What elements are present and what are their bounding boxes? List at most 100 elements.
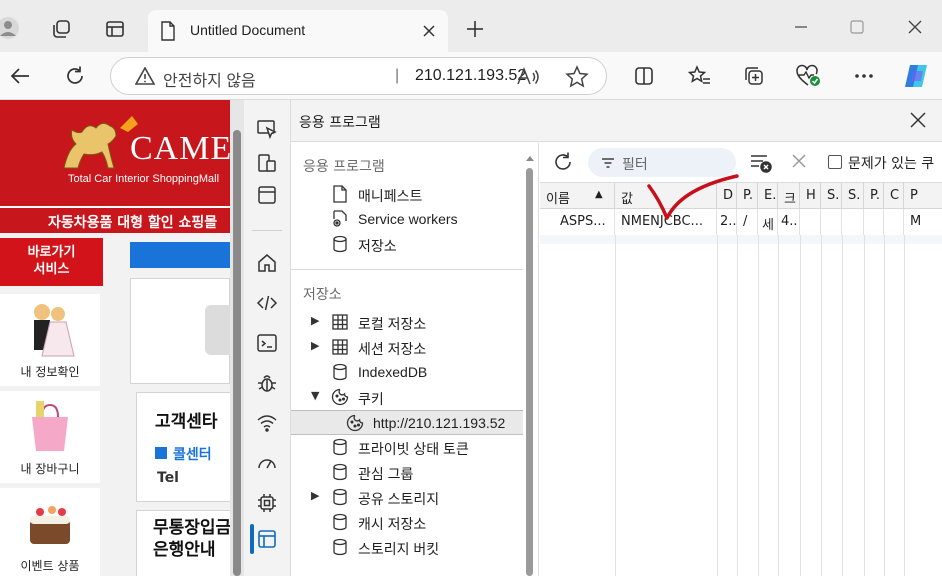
tree-scrollbar[interactable]	[523, 148, 537, 576]
performance-tool[interactable]	[252, 448, 282, 478]
cell-domain[interactable]: 2..	[717, 209, 737, 235]
workspaces-button[interactable]	[48, 16, 74, 42]
column-header-path[interactable]: P.	[737, 183, 758, 209]
copilot-button[interactable]	[900, 60, 932, 92]
security-warning[interactable]: 안전하지 않음	[163, 67, 256, 91]
database-icon	[333, 538, 347, 556]
scrollbar-thumb[interactable]	[233, 130, 241, 576]
profile-button[interactable]	[0, 16, 24, 40]
side-item-cart[interactable]: 내 장바구니	[0, 391, 100, 483]
network-tool[interactable]	[252, 408, 282, 438]
cell-partition-key[interactable]	[864, 209, 884, 235]
new-tab-button[interactable]	[462, 16, 488, 42]
maximize-button[interactable]	[842, 14, 872, 40]
column-header-name[interactable]: 이름 ▲	[540, 183, 615, 209]
cell-priority[interactable]: M	[904, 209, 942, 235]
read-aloud-button[interactable]	[516, 66, 540, 88]
back-button[interactable]	[6, 62, 34, 90]
site-tagline: Total Car Interior ShoppingMall	[68, 173, 220, 185]
column-header-cross-site[interactable]: C	[884, 183, 904, 209]
column-divider	[737, 235, 738, 576]
camel-logo-icon	[63, 116, 138, 169]
window-close-button[interactable]	[900, 14, 930, 40]
tree-item-indexeddb[interactable]: IndexedDB	[291, 360, 523, 385]
active-tab[interactable]: Untitled Document	[148, 10, 448, 52]
favorites-button[interactable]	[686, 62, 714, 90]
side-item-my-info[interactable]: 내 정보확인	[0, 294, 100, 386]
cell-name[interactable]: ASPS...	[540, 209, 615, 235]
collections-button[interactable]	[740, 62, 768, 90]
tree-item-storage[interactable]: 저장소	[291, 232, 523, 257]
column-header-priority[interactable]: P	[904, 183, 942, 209]
refresh-cookies-button[interactable]	[552, 151, 576, 175]
collapse-arrow-icon[interactable]: ▼	[311, 389, 319, 402]
cell-samesite[interactable]	[842, 209, 864, 235]
tree-item-local-storage[interactable]: ▶ 로컬 저장소	[291, 310, 523, 335]
minimize-button[interactable]	[786, 14, 816, 40]
column-header-value[interactable]: 값	[615, 183, 717, 209]
browser-essentials-button[interactable]	[794, 62, 824, 90]
tree-item-session-storage[interactable]: ▶ 세션 저장소	[291, 335, 523, 360]
column-header-secure[interactable]: S.	[821, 183, 842, 209]
console-icon	[257, 334, 277, 352]
expand-arrow-icon[interactable]: ▶	[311, 489, 319, 502]
column-header-partition-key[interactable]: P.	[864, 183, 884, 209]
cell-path[interactable]: /	[737, 209, 758, 235]
tree-item-label: 스토리지 버킷	[358, 541, 440, 557]
address-field[interactable]: 안전하지 않음 | 210.121.193.52	[110, 57, 607, 95]
delete-selected-button[interactable]	[790, 152, 812, 174]
tree-item-private-state-tokens[interactable]: 프라이빗 상태 토큰	[291, 435, 523, 460]
page-scrollbar[interactable]	[230, 100, 244, 576]
cell-size[interactable]: 4..	[778, 209, 800, 235]
sources-tool[interactable]	[252, 368, 282, 398]
split-screen-button[interactable]	[630, 62, 658, 90]
column-header-httponly[interactable]: H	[800, 183, 821, 209]
vertical-tabs-button[interactable]	[102, 16, 128, 42]
cookie-filter-input[interactable]: 필터	[588, 148, 736, 177]
shortcut-service[interactable]: 바로가기 서비스	[0, 238, 103, 286]
expand-arrow-icon[interactable]: ▶	[311, 314, 319, 327]
address-host[interactable]: 210.121.193.52	[415, 67, 526, 85]
inspect-tool[interactable]	[252, 114, 282, 144]
device-emulation-tool[interactable]	[252, 148, 282, 178]
cell-value[interactable]: NMENJCBC...	[615, 209, 717, 235]
column-header-domain[interactable]: D	[717, 183, 737, 209]
panel-toggle-tool[interactable]	[252, 180, 282, 210]
favorite-button[interactable]	[565, 65, 589, 89]
customer-center-box[interactable]: 고객센타 콜센터 Tel	[136, 392, 230, 502]
close-icon	[792, 154, 806, 168]
tree-item-storage-buckets[interactable]: 스토리지 버킷	[291, 535, 523, 560]
tree-item-interest-groups[interactable]: 관심 그룹	[291, 460, 523, 485]
tree-item-cache-storage[interactable]: 캐시 저장소	[291, 510, 523, 535]
tree-item-service-workers[interactable]: Service workers	[291, 207, 523, 232]
tree-item-cookie-origin[interactable]: http://210.121.193.52	[291, 410, 523, 435]
devtools-close-button[interactable]	[908, 110, 928, 134]
tree-item-shared-storage[interactable]: ▶ 공유 스토리지	[291, 485, 523, 510]
bank-info-box[interactable]: 무통장입금 은행안내	[136, 510, 230, 576]
tab-close-button[interactable]	[420, 22, 438, 40]
elements-tool[interactable]	[252, 288, 282, 318]
memory-tool[interactable]	[252, 488, 282, 518]
column-header-samesite[interactable]: S.	[842, 183, 864, 209]
side-item-event[interactable]: 이벤트 상품	[0, 488, 100, 576]
tree-item-manifest[interactable]: 매니페스트	[291, 182, 523, 207]
cell-httponly[interactable]	[800, 209, 821, 235]
tree-item-cookies[interactable]: ▼ 쿠키	[291, 385, 523, 410]
clear-filtered-cookies-button[interactable]	[749, 152, 773, 174]
header-label: D	[723, 188, 734, 203]
column-header-size[interactable]: 크	[778, 183, 800, 209]
console-tool[interactable]	[252, 328, 282, 358]
expand-arrow-icon[interactable]: ▶	[311, 339, 319, 352]
settings-more-button[interactable]	[850, 62, 878, 90]
issues-only-checkbox[interactable]	[828, 155, 842, 169]
logo-area[interactable]: CAMEL Total Car Interior ShoppingMall	[0, 100, 230, 203]
application-tool[interactable]	[252, 524, 282, 554]
column-header-expires[interactable]: E.	[758, 183, 778, 209]
cell-expires[interactable]: 세	[758, 209, 778, 235]
refresh-button[interactable]	[61, 62, 89, 90]
cell-secure[interactable]	[821, 209, 842, 235]
cell-cross-site[interactable]	[884, 209, 904, 235]
scrollbar-thumb[interactable]	[526, 168, 533, 576]
scroll-up-icon[interactable]	[525, 154, 535, 162]
welcome-tool[interactable]	[252, 248, 282, 278]
